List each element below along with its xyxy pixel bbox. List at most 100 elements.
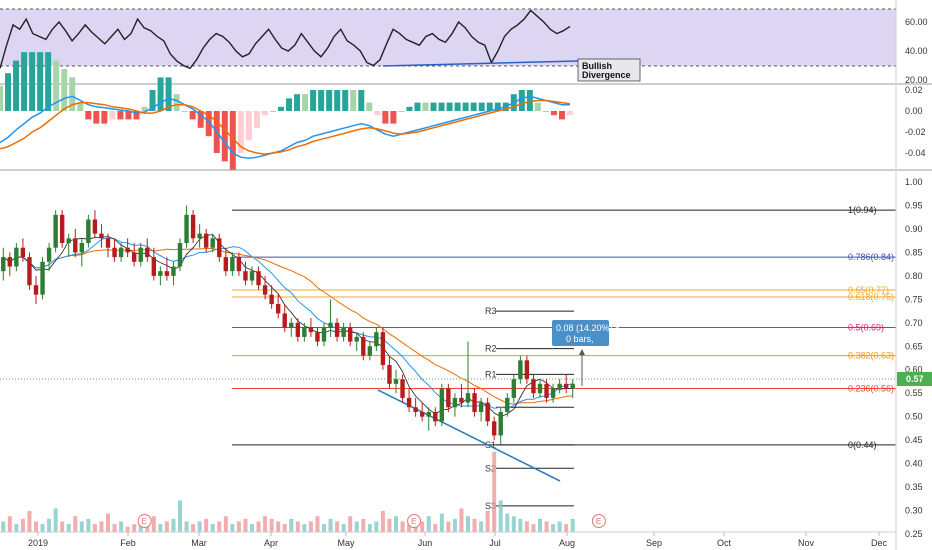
volume-bar xyxy=(485,510,490,532)
fib-level-label: 0.618(0.75) xyxy=(848,292,894,302)
price-tick-label: 0.45 xyxy=(905,435,923,445)
candle-body xyxy=(478,402,484,412)
candle-body xyxy=(27,257,32,286)
volume-bar xyxy=(210,524,215,532)
macd-histogram-bar xyxy=(454,102,461,111)
ma-slow-line xyxy=(3,247,573,405)
pivot-level-label: R1 xyxy=(485,369,497,379)
volume-bar xyxy=(511,516,516,532)
volume-bar xyxy=(151,516,156,532)
candle-body xyxy=(138,247,143,262)
volume-bar xyxy=(73,516,78,532)
candle-body xyxy=(131,252,137,262)
volume-bar xyxy=(394,516,398,532)
candle-body xyxy=(491,421,497,436)
candle-body xyxy=(66,238,71,244)
rsi-tick-label: 20.00 xyxy=(905,75,928,85)
volume-bar xyxy=(459,508,464,532)
volume-bar xyxy=(204,518,209,532)
time-tick-label: Aug xyxy=(559,538,575,548)
price-tick-label: 0.50 xyxy=(905,412,923,422)
volume-bar xyxy=(92,524,97,532)
candle-body xyxy=(289,322,294,328)
time-tick-label: Nov xyxy=(798,538,815,548)
macd-histogram-bar xyxy=(5,73,12,111)
candle-body xyxy=(256,271,261,286)
candle-body xyxy=(112,247,117,258)
candle-body xyxy=(374,332,379,347)
volume-bar xyxy=(328,518,333,532)
candle-body xyxy=(105,238,111,248)
time-tick-label: May xyxy=(337,538,355,548)
macd-histogram-bar xyxy=(21,52,28,111)
candle-body xyxy=(275,304,281,314)
volume-bar xyxy=(446,521,451,532)
volume-bar xyxy=(14,524,19,532)
volume-bar xyxy=(400,521,405,532)
volume-bar xyxy=(263,516,268,532)
macd-histogram-bar xyxy=(101,111,108,124)
candle-body xyxy=(14,247,19,267)
rsi-tick-label: 60.00 xyxy=(905,17,928,27)
price-tick-label: 0.75 xyxy=(905,294,923,304)
macd-tick-label: -0.02 xyxy=(905,127,926,137)
volume-bar xyxy=(66,524,71,532)
candle-body xyxy=(315,332,320,342)
candle-body xyxy=(347,327,353,342)
macd-histogram-bar xyxy=(350,90,357,111)
macd-histogram-bar xyxy=(93,111,100,124)
volume-bar xyxy=(452,518,457,532)
candle-body xyxy=(361,336,366,356)
macd-histogram-bar xyxy=(470,102,477,111)
volume-bar xyxy=(106,513,110,532)
time-tick-label: Feb xyxy=(120,538,136,548)
candle-body xyxy=(164,271,170,276)
volume-bar xyxy=(53,508,58,532)
candle-body xyxy=(171,266,176,276)
volume-bar xyxy=(551,524,556,532)
macd-histogram-bar xyxy=(558,111,565,120)
candle-body xyxy=(380,332,386,366)
volume-bar xyxy=(171,518,176,532)
price-tick-label: 0.35 xyxy=(905,482,923,492)
candle-body xyxy=(472,393,477,412)
macd-histogram-bar xyxy=(117,111,124,120)
volume-bar xyxy=(191,524,196,532)
macd-histogram-bar xyxy=(334,90,341,111)
candle-body xyxy=(570,383,575,389)
volume-bar xyxy=(236,521,241,532)
volume-bar xyxy=(164,521,169,532)
macd-tick-label: 0.02 xyxy=(905,85,923,95)
volume-bar xyxy=(498,500,503,532)
volume-bar xyxy=(518,518,523,532)
fib-level-label: 0.786(0.84) xyxy=(848,252,894,262)
macd-histogram-bar xyxy=(173,94,180,111)
fib-level-label: 0(0.44) xyxy=(848,440,877,450)
macd-histogram-bar xyxy=(422,102,429,111)
volume-bar xyxy=(178,500,182,532)
downtrend-line xyxy=(377,389,561,482)
volume-bar xyxy=(335,521,340,532)
volume-bar xyxy=(60,521,65,532)
candle-body xyxy=(354,336,359,342)
macd-histogram-bar xyxy=(277,106,284,111)
price-tick-label: 0.95 xyxy=(905,200,923,210)
volume-bar xyxy=(544,521,549,532)
candle-body xyxy=(328,322,333,328)
volume-bar xyxy=(387,518,392,532)
volume-bar xyxy=(361,518,366,532)
candle-body xyxy=(537,383,543,394)
price-tick-label: 0.70 xyxy=(905,318,923,328)
volume-bar xyxy=(256,521,261,532)
candle-body xyxy=(413,407,418,412)
candle-body xyxy=(406,397,412,408)
candle-body xyxy=(92,219,98,234)
volume-bar xyxy=(433,524,438,532)
volume-bar xyxy=(79,521,84,532)
candle-body xyxy=(459,397,464,403)
volume-bar xyxy=(223,516,228,532)
measure-callout-line2: 0 bars, xyxy=(566,334,594,344)
candle-body xyxy=(387,365,392,384)
macd-histogram-bar xyxy=(462,102,469,111)
candle-body xyxy=(308,327,314,333)
